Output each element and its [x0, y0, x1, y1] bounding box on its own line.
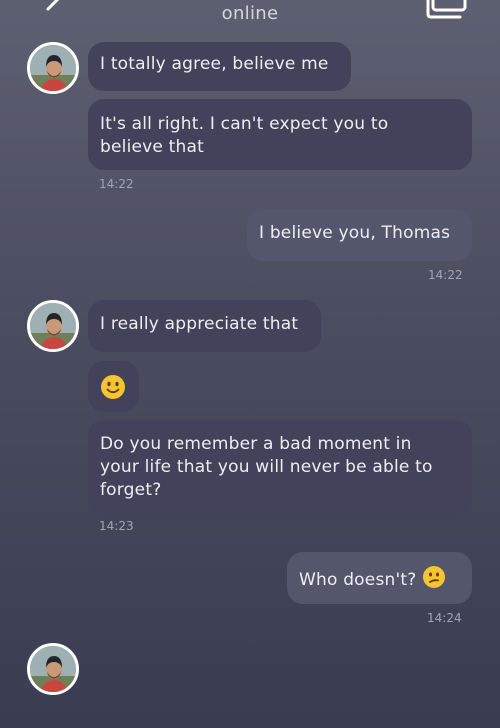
message-timestamp: 14:23: [99, 519, 134, 533]
chat-header: online: [0, 0, 500, 30]
message-text: I believe you, Thomas: [259, 223, 451, 243]
message-bubble-incoming[interactable]: Do you remember a bad moment in your lif…: [88, 420, 472, 514]
contact-avatar[interactable]: [27, 42, 79, 94]
photo-stack-icon: [426, 0, 467, 19]
message-text-line: believe that: [100, 137, 205, 157]
message-bubble-incoming[interactable]: I really appreciate that: [88, 300, 321, 352]
message-timestamp: 14:24: [427, 611, 462, 625]
message-text: I totally agree, believe me: [100, 54, 329, 74]
message-bubble-outgoing[interactable]: I believe you, Thomas: [247, 209, 472, 261]
message-timestamp: 14:22: [428, 268, 463, 282]
message-bubble-incoming[interactable]: [88, 361, 139, 412]
message-timestamp: 14:22: [99, 177, 134, 191]
message-bubble-incoming[interactable]: It's all right. I can't expect you to be…: [88, 99, 472, 170]
message-text: Who doesn't?: [299, 570, 417, 590]
contact-avatar[interactable]: [27, 300, 79, 352]
message-text: I really appreciate that: [100, 314, 299, 334]
gallery-button[interactable]: [424, 0, 470, 20]
message-text-line: forget?: [100, 480, 162, 500]
message-bubble-outgoing[interactable]: Who doesn't?: [287, 552, 472, 604]
message-text-line: It's all right. I can't expect you to: [100, 114, 389, 134]
message-text-line: your life that you will never be able to: [100, 457, 433, 477]
contact-avatar[interactable]: [27, 643, 79, 695]
message-text-line: Do you remember a bad moment in: [100, 434, 412, 454]
confused-face-icon: [422, 565, 446, 596]
slightly-smiling-face-icon: [101, 375, 125, 399]
message-bubble-incoming[interactable]: I totally agree, believe me: [88, 42, 351, 91]
